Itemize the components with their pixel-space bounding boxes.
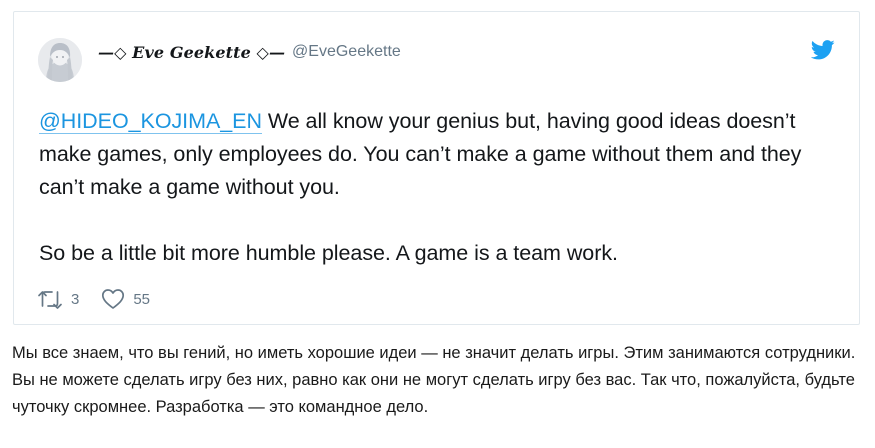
tweet-card: —◇ Eve Geekette ◇— @EveGeekette @HIDEO_K… <box>13 11 860 325</box>
heart-icon <box>102 289 125 309</box>
like-button[interactable]: 55 <box>101 288 150 310</box>
tweet-paragraph: @HIDEO_KOJIMA_EN We all know your genius… <box>39 105 829 204</box>
author-display-name[interactable]: —◇ Eve Geekette ◇— <box>98 43 285 62</box>
tweet-text: @HIDEO_KOJIMA_EN We all know your genius… <box>39 105 829 270</box>
twitter-bird-icon[interactable] <box>810 39 835 61</box>
avatar-icon <box>38 38 82 82</box>
retweet-icon <box>38 291 62 309</box>
retweet-button[interactable]: 3 <box>37 288 79 310</box>
mention-link[interactable]: @HIDEO_KOJIMA_EN <box>39 109 262 134</box>
tweet-paragraph-text: So be a little bit more humble please. A… <box>39 241 618 265</box>
retweet-count: 3 <box>71 290 80 308</box>
author-handle[interactable]: @EveGeekette <box>292 43 401 61</box>
tweet-actions: 3 55 <box>37 287 150 311</box>
avatar[interactable] <box>38 38 82 82</box>
author-line: —◇ Eve Geekette ◇— @EveGeekette <box>98 41 401 63</box>
translation-text: Мы все знаем, что вы гений, но иметь хор… <box>12 344 856 416</box>
tweet-paragraph: So be a little bit more humble please. A… <box>39 237 829 270</box>
like-count: 55 <box>133 290 151 308</box>
